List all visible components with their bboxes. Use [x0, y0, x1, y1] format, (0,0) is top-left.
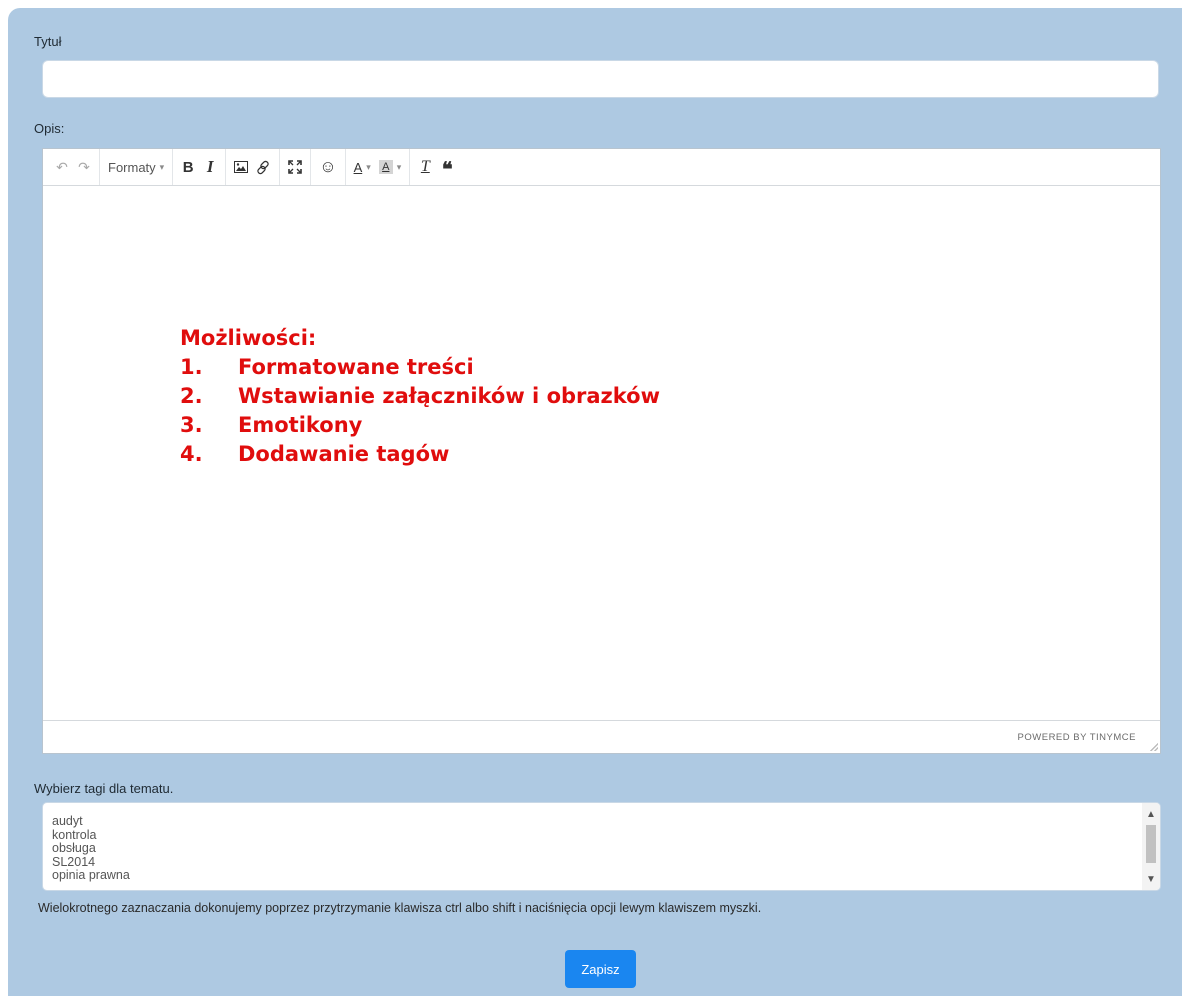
form-panel: Tytuł Opis: ↶ ↷ Formaty ▾ B I ☺ A ▾ A ▾ …: [8, 8, 1182, 996]
formats-label: Formaty: [108, 159, 156, 175]
fullscreen-icon: [288, 160, 303, 174]
scrollbar-thumb[interactable]: [1146, 825, 1156, 863]
rich-text-editor: ↶ ↷ Formaty ▾ B I ☺ A ▾ A ▾ T ❝ Możliwoś…: [42, 148, 1161, 754]
editor-statusbar: POWERED BY TINYMCE: [43, 720, 1160, 753]
history-group: ↶ ↷: [47, 149, 100, 185]
editor-content-area[interactable]: Możliwości: 1. Formatowane treści 2. Wstaw…: [43, 187, 1160, 720]
redo-button[interactable]: ↷: [73, 154, 95, 180]
chevron-down-icon: ▾: [396, 161, 402, 172]
description-label: Opis:: [34, 121, 65, 136]
redo-icon: ↷: [78, 158, 90, 175]
editor-toolbar: ↶ ↷ Formaty ▾ B I ☺ A ▾ A ▾ T ❝: [43, 149, 1160, 186]
blockquote-button[interactable]: ❝: [436, 154, 458, 180]
view-group: [280, 149, 312, 185]
resize-handle-icon[interactable]: [1150, 743, 1158, 751]
tag-option[interactable]: kontrola: [52, 828, 130, 843]
title-label: Tytuł: [34, 34, 62, 49]
emoticon-group: ☺: [311, 149, 346, 185]
save-button[interactable]: Zapisz: [565, 950, 636, 988]
tags-multiselect[interactable]: audyt kontrola obsługa SL2014 opinia pra…: [42, 802, 1161, 891]
image-button[interactable]: [230, 154, 252, 180]
capability-item: 3. Emotikony: [180, 413, 363, 437]
link-icon: [257, 160, 269, 174]
tags-hint: Wielokrotnego zaznaczania dokonujemy pop…: [38, 901, 762, 915]
formats-group: Formaty ▾: [100, 149, 174, 185]
powered-by-link[interactable]: POWERED BY TINYMCE: [1018, 732, 1136, 743]
link-button[interactable]: [252, 154, 275, 180]
tag-option[interactable]: opinia prawna: [52, 868, 130, 883]
chevron-down-icon[interactable]: ▼: [1142, 872, 1160, 888]
chevron-down-icon: ▾: [159, 161, 165, 172]
capabilities-heading: Możliwości:: [180, 326, 317, 350]
style-group: B I: [173, 149, 227, 185]
tags-options: audyt kontrola obsługa SL2014 opinia pra…: [52, 814, 130, 883]
emoticons-button[interactable]: ☺: [315, 154, 340, 180]
text-color-icon: A: [353, 159, 363, 175]
background-color-button[interactable]: A ▾: [375, 154, 406, 180]
undo-button[interactable]: ↶: [51, 154, 73, 180]
tag-option[interactable]: obsługa: [52, 841, 130, 856]
italic-button[interactable]: I: [199, 154, 221, 180]
background-color-icon: A: [378, 160, 393, 174]
capability-item: 4. Dodawanie tagów: [180, 442, 450, 466]
tags-scrollbar[interactable]: ▲ ▼: [1142, 803, 1160, 890]
misc-group: T ❝: [410, 149, 462, 185]
capability-item: 2. Wstawianie załączników i obrazków: [180, 384, 661, 408]
chevron-up-icon[interactable]: ▲: [1142, 807, 1160, 823]
insert-group: [226, 149, 281, 185]
tags-label: Wybierz tagi dla tematu.: [34, 781, 174, 796]
undo-icon: ↶: [56, 158, 68, 175]
color-group: A ▾ A ▾: [346, 149, 411, 185]
capability-item: 1. Formatowane treści: [180, 355, 474, 379]
image-icon: [234, 161, 249, 173]
chevron-down-icon: ▾: [366, 161, 371, 172]
text-color-button[interactable]: A ▾: [350, 154, 375, 180]
tag-option[interactable]: SL2014: [52, 855, 130, 870]
smiley-icon: ☺: [319, 157, 337, 176]
title-input[interactable]: [42, 60, 1159, 98]
fullscreen-button[interactable]: [284, 154, 306, 180]
bold-button[interactable]: B: [177, 154, 199, 180]
clear-format-button[interactable]: T: [414, 154, 436, 180]
tag-option[interactable]: audyt: [52, 814, 130, 829]
capabilities-block: Możliwości: 1. Formatowane treści 2. Wstaw…: [180, 324, 660, 469]
formats-dropdown[interactable]: Formaty ▾: [104, 154, 168, 180]
